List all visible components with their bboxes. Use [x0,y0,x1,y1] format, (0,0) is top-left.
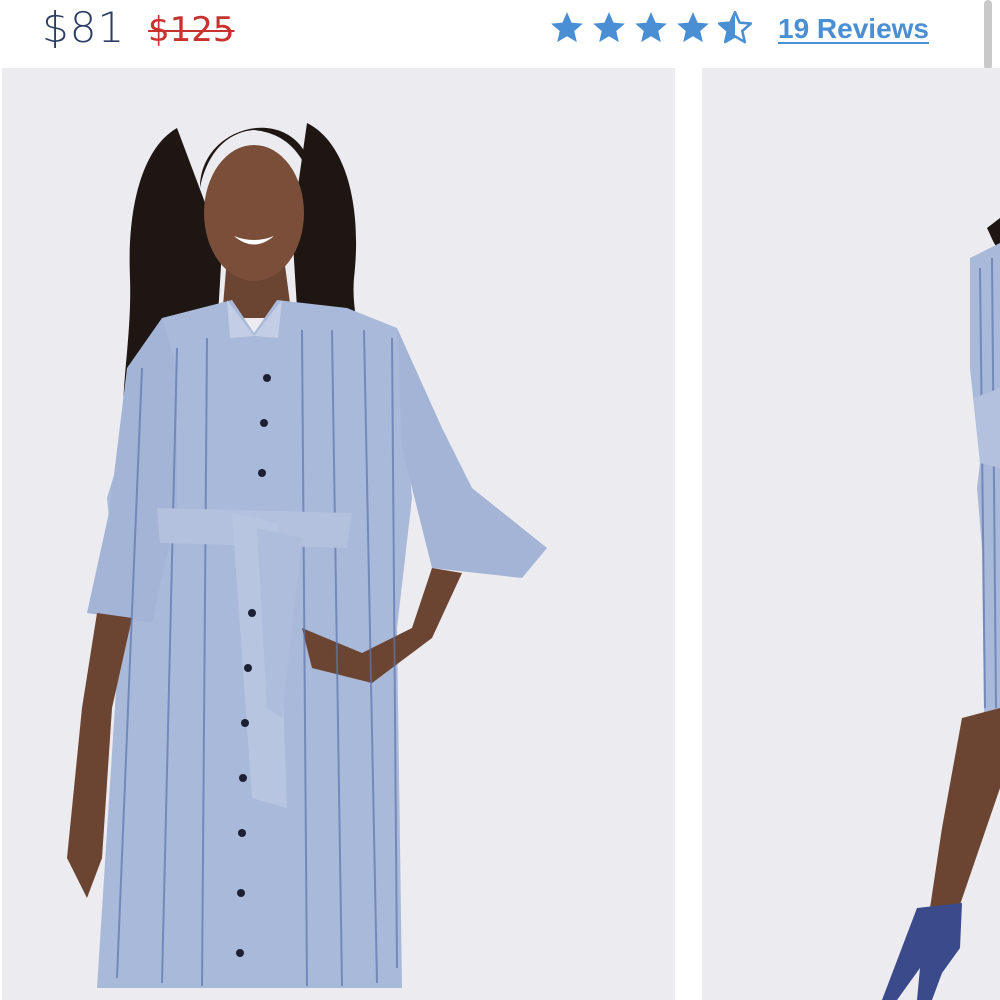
price-rating-bar: $81 $125 19 Reviews [0,0,1000,70]
product-image-carousel[interactable] [0,68,1000,1000]
star-full-icon [593,12,625,43]
model-side-image [702,68,1000,1000]
product-image-front[interactable] [2,68,675,1000]
current-price: $81 [42,3,126,52]
original-price: $125 [148,10,235,50]
scrollbar[interactable] [984,0,992,70]
star-rating[interactable] [548,7,762,49]
star-full-icon [677,12,709,43]
reviews-link[interactable]: 19 Reviews [778,12,929,46]
star-full-icon [551,12,583,43]
product-image-side[interactable] [702,68,1000,1000]
model-front-image [2,68,675,1000]
product-page: $81 $125 19 Reviews [0,0,1000,1000]
star-full-icon [635,12,667,43]
star-half-icon [717,10,753,44]
